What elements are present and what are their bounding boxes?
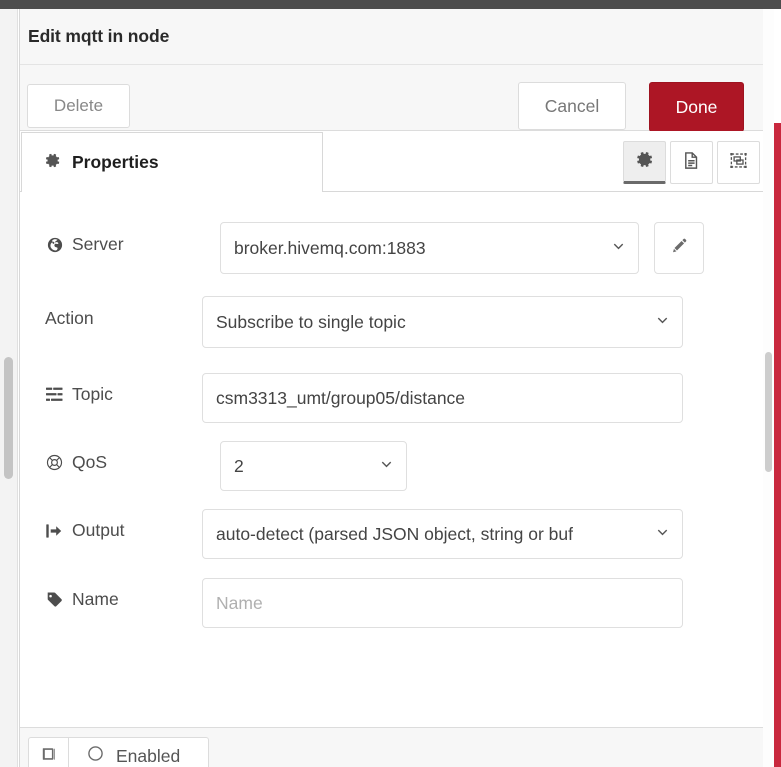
name-input[interactable]: Name bbox=[202, 578, 683, 628]
chevron-down-icon bbox=[611, 238, 626, 259]
delete-button[interactable]: Delete bbox=[27, 84, 130, 128]
node-enabled-toggle[interactable]: Enabled bbox=[68, 737, 209, 767]
tab-properties[interactable]: Properties bbox=[21, 132, 323, 192]
dialog-title: Edit mqtt in node bbox=[28, 26, 170, 46]
cancel-button[interactable]: Cancel bbox=[518, 82, 626, 130]
appearance-icon bbox=[729, 151, 748, 175]
tab-icon-group bbox=[623, 141, 760, 184]
action-label: Action bbox=[45, 308, 94, 328]
name-label: Name bbox=[45, 589, 119, 609]
topic-label-text: Topic bbox=[72, 384, 113, 404]
left-canvas-gutter bbox=[0, 9, 18, 767]
form-row-server: Server broker.hivemq.com:1883 bbox=[20, 222, 763, 274]
output-label: Output bbox=[45, 520, 125, 540]
output-select[interactable]: auto-detect (parsed JSON object, string … bbox=[202, 509, 683, 559]
book-icon bbox=[40, 746, 58, 767]
tab-icon-description[interactable] bbox=[670, 141, 713, 184]
dialog-titlebar: Edit mqtt in node bbox=[20, 9, 763, 65]
dialog-footer: Enabled bbox=[20, 727, 763, 767]
server-edit-button[interactable] bbox=[654, 222, 704, 274]
node-enabled-label: Enabled bbox=[116, 745, 181, 766]
action-select[interactable]: Subscribe to single topic bbox=[202, 296, 683, 348]
gear-icon bbox=[44, 152, 61, 174]
action-label-text: Action bbox=[45, 308, 94, 328]
output-label-text: Output bbox=[72, 520, 125, 540]
properties-form: Server broker.hivemq.com:1883 Action Sub… bbox=[20, 192, 763, 727]
chevron-down-icon bbox=[379, 456, 394, 477]
gear-icon bbox=[635, 150, 654, 174]
form-row-qos: QoS 2 bbox=[20, 441, 763, 491]
qos-select[interactable]: 2 bbox=[220, 441, 407, 491]
output-value: auto-detect (parsed JSON object, string … bbox=[216, 523, 573, 544]
chevron-down-icon bbox=[655, 524, 670, 545]
palette-edge-strip bbox=[774, 123, 781, 767]
sign-out-icon bbox=[45, 523, 64, 539]
server-select[interactable]: broker.hivemq.com:1883 bbox=[220, 222, 639, 274]
server-label: Server bbox=[45, 234, 124, 254]
node-red-edit-dialog-screen: Edit mqtt in node Delete Cancel Done Pro… bbox=[0, 0, 781, 767]
tab-properties-label: Properties bbox=[72, 152, 159, 172]
dialog-button-row: Delete Cancel Done bbox=[20, 65, 763, 132]
description-icon bbox=[682, 151, 701, 175]
circle-icon bbox=[87, 745, 104, 767]
form-row-action: Action Subscribe to single topic bbox=[20, 296, 763, 348]
done-button[interactable]: Done bbox=[649, 82, 744, 132]
life-ring-icon bbox=[45, 454, 64, 471]
name-label-text: Name bbox=[72, 589, 119, 609]
right-scrollbar-thumb[interactable] bbox=[765, 352, 772, 472]
tasks-icon bbox=[45, 387, 64, 402]
topic-label: Topic bbox=[45, 384, 113, 404]
topic-input[interactable]: csm3313_umt/group05/distance bbox=[202, 373, 683, 423]
form-row-output: Output auto-detect (parsed JSON object, … bbox=[20, 509, 763, 559]
node-help-button[interactable] bbox=[28, 737, 68, 767]
chevron-down-icon bbox=[655, 312, 670, 333]
tab-icon-properties[interactable] bbox=[623, 141, 666, 184]
qos-label-text: QoS bbox=[72, 452, 108, 472]
tag-icon bbox=[45, 591, 64, 608]
server-label-text: Server bbox=[72, 234, 124, 254]
form-row-name: Name Name bbox=[20, 578, 763, 628]
action-value: Subscribe to single topic bbox=[216, 311, 406, 332]
form-row-topic: Topic csm3313_umt/group05/distance bbox=[20, 373, 763, 423]
tab-icon-appearance[interactable] bbox=[717, 141, 760, 184]
dialog-tab-bar: Properties bbox=[20, 131, 763, 192]
edit-node-dialog: Edit mqtt in node Delete Cancel Done Pro… bbox=[19, 9, 763, 767]
editor-top-chrome-strip bbox=[0, 0, 781, 9]
topic-value: csm3313_umt/group05/distance bbox=[216, 387, 466, 408]
qos-label: QoS bbox=[45, 452, 108, 472]
name-placeholder: Name bbox=[216, 592, 263, 613]
pencil-icon bbox=[670, 237, 688, 260]
server-value: broker.hivemq.com:1883 bbox=[234, 237, 426, 258]
globe-icon bbox=[45, 237, 64, 253]
left-scrollbar-thumb[interactable] bbox=[4, 357, 13, 479]
qos-value: 2 bbox=[234, 455, 244, 476]
